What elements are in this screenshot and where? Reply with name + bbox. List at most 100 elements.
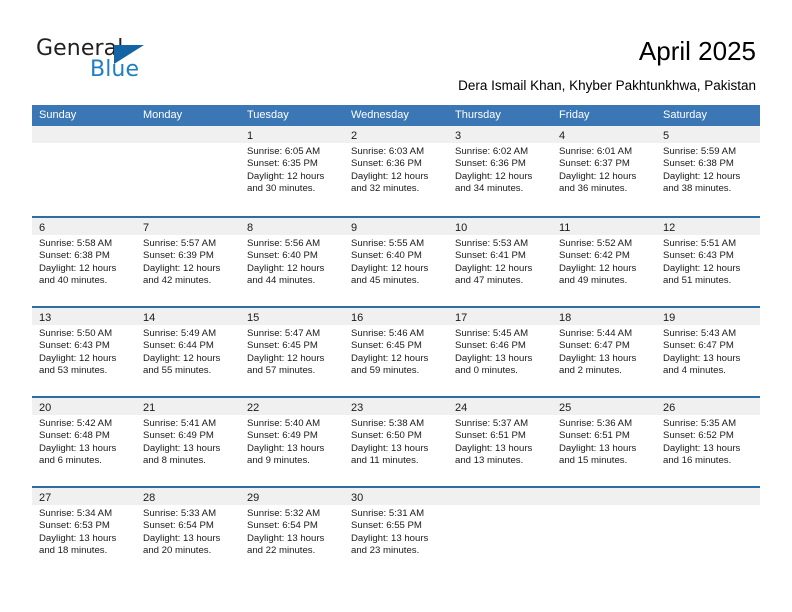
calendar-day-cell[interactable]: 21 Sunrise: 5:41 AM Sunset: 6:49 PM Dayligh… xyxy=(136,398,240,486)
day-detail-line: Sunrise: 5:51 AM xyxy=(663,238,737,249)
day-details xyxy=(656,505,760,508)
day-detail-line: Sunrise: 5:57 AM xyxy=(143,238,217,249)
calendar-day-cell[interactable]: 19 Sunrise: 5:43 AM Sunset: 6:47 PM Dayligh… xyxy=(656,308,760,396)
day-detail-line: and 2 minutes. xyxy=(559,365,622,377)
day-number-band xyxy=(656,488,760,505)
day-detail-line: and 44 minutes. xyxy=(247,275,316,287)
day-detail-line: Daylight: 12 hours xyxy=(39,262,117,274)
calendar-day-cell-empty xyxy=(32,126,136,216)
calendar-day-cell[interactable]: 11 Sunrise: 5:52 AM Sunset: 6:42 PM Dayligh… xyxy=(552,218,656,306)
day-detail-line: Sunrise: 6:02 AM xyxy=(455,146,529,157)
calendar-day-cell[interactable]: 27 Sunrise: 5:34 AM Sunset: 6:53 PM Dayligh… xyxy=(32,488,136,576)
calendar-day-cell[interactable]: 5 Sunrise: 5:59 AM Sunset: 6:38 PM Daylight… xyxy=(656,126,760,216)
calendar-day-cell[interactable]: 6 Sunrise: 5:58 AM Sunset: 6:38 PM Daylight… xyxy=(32,218,136,306)
weekday-header-thursday: Thursday xyxy=(455,109,501,121)
day-detail-line: Sunrise: 5:56 AM xyxy=(247,238,321,249)
day-detail-line: and 47 minutes. xyxy=(455,275,524,287)
day-detail-line: Daylight: 12 hours xyxy=(455,262,533,274)
day-detail-line: Sunrise: 5:35 AM xyxy=(663,418,737,429)
calendar-day-cell[interactable]: 8 Sunrise: 5:56 AM Sunset: 6:40 PM Daylight… xyxy=(240,218,344,306)
day-number-band: 1 xyxy=(240,126,344,143)
day-number: 4 xyxy=(559,130,566,142)
day-detail-line: Sunrise: 5:47 AM xyxy=(247,328,321,339)
day-detail-line: Sunset: 6:38 PM xyxy=(39,250,110,262)
weekday-header-sunday: Sunday xyxy=(39,109,77,121)
day-number: 26 xyxy=(663,402,676,414)
general-blue-logo[interactable]: General Blue xyxy=(36,36,236,82)
day-number-band: 3 xyxy=(448,126,552,143)
calendar-day-cell[interactable]: 20 Sunrise: 5:42 AM Sunset: 6:48 PM Dayligh… xyxy=(32,398,136,486)
day-details: Sunrise: 5:37 AM Sunset: 6:51 PM Daylight:… xyxy=(448,415,552,468)
day-detail-line: Sunset: 6:54 PM xyxy=(247,520,318,532)
day-number: 24 xyxy=(455,402,468,414)
day-number: 12 xyxy=(663,222,676,234)
calendar-day-cell[interactable]: 12 Sunrise: 5:51 AM Sunset: 6:43 PM Dayligh… xyxy=(656,218,760,306)
day-detail-line: Daylight: 12 hours xyxy=(455,170,533,182)
day-number: 28 xyxy=(143,492,156,504)
calendar-day-cell[interactable]: 15 Sunrise: 5:47 AM Sunset: 6:45 PM Dayligh… xyxy=(240,308,344,396)
day-detail-line: Daylight: 13 hours xyxy=(351,532,429,544)
day-detail-line: and 57 minutes. xyxy=(247,365,316,377)
weekday-header-row: Sunday Monday Tuesday Wednesday Thursday… xyxy=(32,105,760,126)
calendar-day-cell[interactable]: 17 Sunrise: 5:45 AM Sunset: 6:46 PM Dayligh… xyxy=(448,308,552,396)
weekday-header-friday: Friday xyxy=(559,109,590,121)
day-detail-line: Sunset: 6:49 PM xyxy=(143,430,214,442)
calendar-day-cell[interactable]: 30 Sunrise: 5:31 AM Sunset: 6:55 PM Dayligh… xyxy=(344,488,448,576)
day-details: Sunrise: 5:45 AM Sunset: 6:46 PM Daylight:… xyxy=(448,325,552,378)
day-details: Sunrise: 5:52 AM Sunset: 6:42 PM Daylight:… xyxy=(552,235,656,288)
calendar-day-cell[interactable]: 9 Sunrise: 5:55 AM Sunset: 6:40 PM Daylight… xyxy=(344,218,448,306)
day-detail-line: Daylight: 12 hours xyxy=(559,170,637,182)
day-number: 11 xyxy=(559,222,571,234)
calendar-day-cell[interactable]: 7 Sunrise: 5:57 AM Sunset: 6:39 PM Daylight… xyxy=(136,218,240,306)
calendar-day-cell[interactable]: 25 Sunrise: 5:36 AM Sunset: 6:51 PM Dayligh… xyxy=(552,398,656,486)
calendar-day-cell[interactable]: 2 Sunrise: 6:03 AM Sunset: 6:36 PM Daylight… xyxy=(344,126,448,216)
day-detail-line: Sunset: 6:45 PM xyxy=(247,340,318,352)
calendar-day-cell[interactable]: 24 Sunrise: 5:37 AM Sunset: 6:51 PM Dayligh… xyxy=(448,398,552,486)
day-detail-line: and 38 minutes. xyxy=(663,183,732,195)
day-details: Sunrise: 5:43 AM Sunset: 6:47 PM Daylight:… xyxy=(656,325,760,378)
day-details: Sunrise: 5:47 AM Sunset: 6:45 PM Daylight:… xyxy=(240,325,344,378)
day-details: Sunrise: 5:41 AM Sunset: 6:49 PM Daylight:… xyxy=(136,415,240,468)
calendar-day-cell[interactable]: 28 Sunrise: 5:33 AM Sunset: 6:54 PM Dayligh… xyxy=(136,488,240,576)
day-detail-line: and 55 minutes. xyxy=(143,365,212,377)
day-detail-line: and 8 minutes. xyxy=(143,455,206,467)
day-detail-line: Sunset: 6:50 PM xyxy=(351,430,422,442)
day-number: 22 xyxy=(247,402,260,414)
day-number-band: 4 xyxy=(552,126,656,143)
day-detail-line: Sunrise: 5:59 AM xyxy=(663,146,737,157)
day-detail-line: Sunset: 6:39 PM xyxy=(143,250,214,262)
calendar-day-cell[interactable]: 10 Sunrise: 5:53 AM Sunset: 6:41 PM Dayligh… xyxy=(448,218,552,306)
calendar-day-cell[interactable]: 3 Sunrise: 6:02 AM Sunset: 6:36 PM Daylight… xyxy=(448,126,552,216)
calendar-day-cell[interactable]: 29 Sunrise: 5:32 AM Sunset: 6:54 PM Dayligh… xyxy=(240,488,344,576)
day-number-band: 29 xyxy=(240,488,344,505)
day-detail-line: Sunrise: 5:44 AM xyxy=(559,328,633,339)
day-details: Sunrise: 5:53 AM Sunset: 6:41 PM Daylight:… xyxy=(448,235,552,288)
day-detail-line: Sunset: 6:40 PM xyxy=(351,250,422,262)
day-detail-line: Sunset: 6:49 PM xyxy=(247,430,318,442)
day-detail-line: and 6 minutes. xyxy=(39,455,102,467)
day-details: Sunrise: 5:35 AM Sunset: 6:52 PM Daylight:… xyxy=(656,415,760,468)
calendar-page: General Blue April 2025 Dera Ismail Khan… xyxy=(0,0,792,612)
calendar-day-cell[interactable]: 4 Sunrise: 6:01 AM Sunset: 6:37 PM Daylight… xyxy=(552,126,656,216)
day-details: Sunrise: 5:59 AM Sunset: 6:38 PM Daylight:… xyxy=(656,143,760,196)
day-detail-line: Sunrise: 5:33 AM xyxy=(143,508,217,519)
calendar-day-cell[interactable]: 13 Sunrise: 5:50 AM Sunset: 6:43 PM Dayligh… xyxy=(32,308,136,396)
calendar-day-cell[interactable]: 1 Sunrise: 6:05 AM Sunset: 6:35 PM Daylight… xyxy=(240,126,344,216)
day-detail-line: Sunset: 6:36 PM xyxy=(351,158,422,170)
day-number-band xyxy=(448,488,552,505)
calendar-day-cell[interactable]: 14 Sunrise: 5:49 AM Sunset: 6:44 PM Dayligh… xyxy=(136,308,240,396)
calendar-day-cell[interactable]: 18 Sunrise: 5:44 AM Sunset: 6:47 PM Dayligh… xyxy=(552,308,656,396)
day-detail-line: Daylight: 13 hours xyxy=(39,442,117,454)
calendar-day-cell[interactable]: 22 Sunrise: 5:40 AM Sunset: 6:49 PM Dayligh… xyxy=(240,398,344,486)
day-detail-line: Daylight: 12 hours xyxy=(143,262,221,274)
day-details: Sunrise: 5:36 AM Sunset: 6:51 PM Daylight:… xyxy=(552,415,656,468)
calendar-day-cell[interactable]: 26 Sunrise: 5:35 AM Sunset: 6:52 PM Dayligh… xyxy=(656,398,760,486)
day-detail-line: Daylight: 13 hours xyxy=(559,442,637,454)
calendar-day-cell[interactable]: 23 Sunrise: 5:38 AM Sunset: 6:50 PM Dayligh… xyxy=(344,398,448,486)
day-detail-line: and 18 minutes. xyxy=(39,545,108,557)
day-number: 30 xyxy=(351,492,364,504)
day-number: 17 xyxy=(455,312,468,324)
day-detail-line: and 40 minutes. xyxy=(39,275,108,287)
day-details: Sunrise: 5:33 AM Sunset: 6:54 PM Daylight:… xyxy=(136,505,240,558)
calendar-day-cell[interactable]: 16 Sunrise: 5:46 AM Sunset: 6:45 PM Dayligh… xyxy=(344,308,448,396)
